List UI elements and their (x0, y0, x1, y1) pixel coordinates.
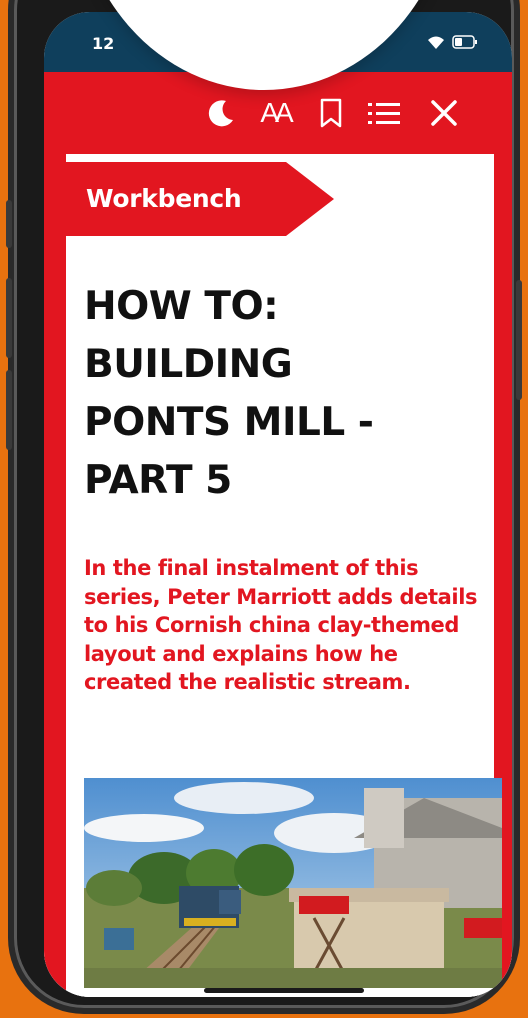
left-accent-bar (44, 154, 66, 997)
status-time: 12 (92, 34, 115, 53)
article-standfirst: In the final instalment of this series, … (84, 556, 478, 694)
battery-icon (452, 35, 478, 53)
headline-line: PONTS MILL - (84, 400, 374, 445)
category-tag[interactable]: Workbench (66, 162, 334, 236)
home-indicator[interactable] (204, 988, 364, 993)
phone-side-button (6, 200, 12, 248)
hero-image[interactable] (84, 778, 502, 988)
moon-icon[interactable] (202, 94, 240, 132)
phone-power-button (516, 280, 522, 400)
phone-side-button (6, 278, 12, 358)
bookmark-icon[interactable] (314, 94, 348, 132)
text-size-label: AA (260, 97, 293, 128)
wifi-icon (426, 34, 446, 54)
article-headline: HOW TO: BUILDING PONTS MILL - PART 5 (84, 278, 484, 510)
article-view: Workbench HOW TO: BUILDING PONTS MILL - … (44, 154, 512, 997)
close-icon[interactable] (424, 94, 464, 132)
category-label: Workbench (86, 184, 242, 213)
text-size-icon[interactable]: AA (252, 94, 298, 132)
model-railway-photo (84, 778, 502, 988)
phone-screen: 12 AA Workbench HOW TO: BUILDING PONTS M… (44, 12, 512, 997)
headline-line: BUILDING (84, 342, 293, 387)
list-icon[interactable] (364, 94, 404, 132)
phone-frame: 12 AA Workbench HOW TO: BUILDING PONTS M… (6, 0, 522, 1008)
status-icons (426, 34, 478, 54)
headline-line: HOW TO: (84, 284, 279, 329)
article-content: Workbench HOW TO: BUILDING PONTS MILL - … (66, 154, 502, 997)
phone-side-button (6, 370, 12, 450)
headline-line: PART 5 (84, 458, 232, 503)
